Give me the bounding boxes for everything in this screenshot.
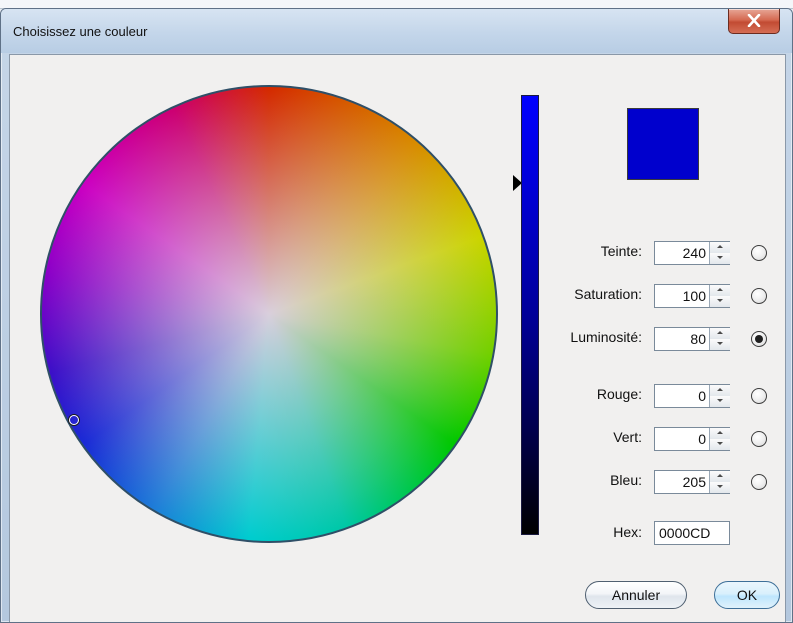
vert-input[interactable] bbox=[655, 428, 708, 450]
vert-spinner[interactable] bbox=[654, 427, 730, 451]
saturation-label: Saturation: bbox=[574, 286, 642, 302]
rouge-spinner[interactable] bbox=[654, 384, 730, 408]
rouge-input[interactable] bbox=[655, 385, 708, 407]
teinte-input[interactable] bbox=[655, 242, 708, 264]
teinte-label: Teinte: bbox=[600, 243, 642, 259]
teinte-radio[interactable] bbox=[751, 245, 767, 261]
vert-decrement-button[interactable] bbox=[710, 439, 730, 450]
saturation-spinner[interactable] bbox=[654, 284, 730, 308]
color-chooser-dialog: Choisissez une couleur Teinte: Saturatio… bbox=[0, 8, 793, 623]
dialog-title: Choisissez une couleur bbox=[13, 24, 148, 39]
rouge-decrement-button[interactable] bbox=[710, 396, 730, 407]
luminosite-spin-buttons bbox=[709, 328, 730, 350]
color-wheel[interactable] bbox=[40, 85, 498, 543]
teinte-spin-buttons bbox=[709, 242, 730, 264]
close-button[interactable] bbox=[728, 9, 780, 34]
saturation-decrement-button[interactable] bbox=[710, 296, 730, 307]
luminosite-radio[interactable] bbox=[751, 331, 767, 347]
ok-button[interactable]: OK bbox=[714, 581, 780, 609]
luminosite-spinner[interactable] bbox=[654, 327, 730, 351]
bleu-input[interactable] bbox=[655, 471, 708, 493]
teinte-decrement-button[interactable] bbox=[710, 253, 730, 264]
luminosite-decrement-button[interactable] bbox=[710, 339, 730, 350]
bleu-spin-buttons bbox=[709, 471, 730, 493]
dialog-content: Teinte: Saturation: Luminosité: bbox=[9, 54, 786, 622]
hex-input[interactable] bbox=[654, 521, 730, 545]
luminosite-input[interactable] bbox=[655, 328, 708, 350]
color-wheel-area bbox=[40, 85, 498, 543]
rouge-spin-buttons bbox=[709, 385, 730, 407]
saturation-radio[interactable] bbox=[751, 288, 767, 304]
bleu-spinner[interactable] bbox=[654, 470, 730, 494]
rouge-label: Rouge: bbox=[596, 386, 642, 402]
vert-spin-buttons bbox=[709, 428, 730, 450]
cancel-button[interactable]: Annuler bbox=[585, 581, 687, 609]
luminosite-label: Luminosité: bbox=[570, 329, 642, 345]
saturation-input[interactable] bbox=[655, 285, 708, 307]
bleu-label: Bleu: bbox=[610, 472, 642, 488]
color-preview-swatch bbox=[627, 108, 699, 180]
bleu-decrement-button[interactable] bbox=[710, 482, 730, 493]
hex-label: Hex: bbox=[613, 524, 642, 540]
title-bar[interactable]: Choisissez une couleur bbox=[1, 9, 792, 53]
vert-label: Vert: bbox=[613, 429, 642, 445]
teinte-spinner[interactable] bbox=[654, 241, 730, 265]
vert-radio[interactable] bbox=[751, 431, 767, 447]
saturation-spin-buttons bbox=[709, 285, 730, 307]
close-icon bbox=[747, 14, 761, 27]
rouge-radio[interactable] bbox=[751, 388, 767, 404]
bleu-radio[interactable] bbox=[751, 474, 767, 490]
color-wheel-marker[interactable] bbox=[69, 415, 79, 425]
luminosity-slider[interactable] bbox=[521, 95, 539, 535]
